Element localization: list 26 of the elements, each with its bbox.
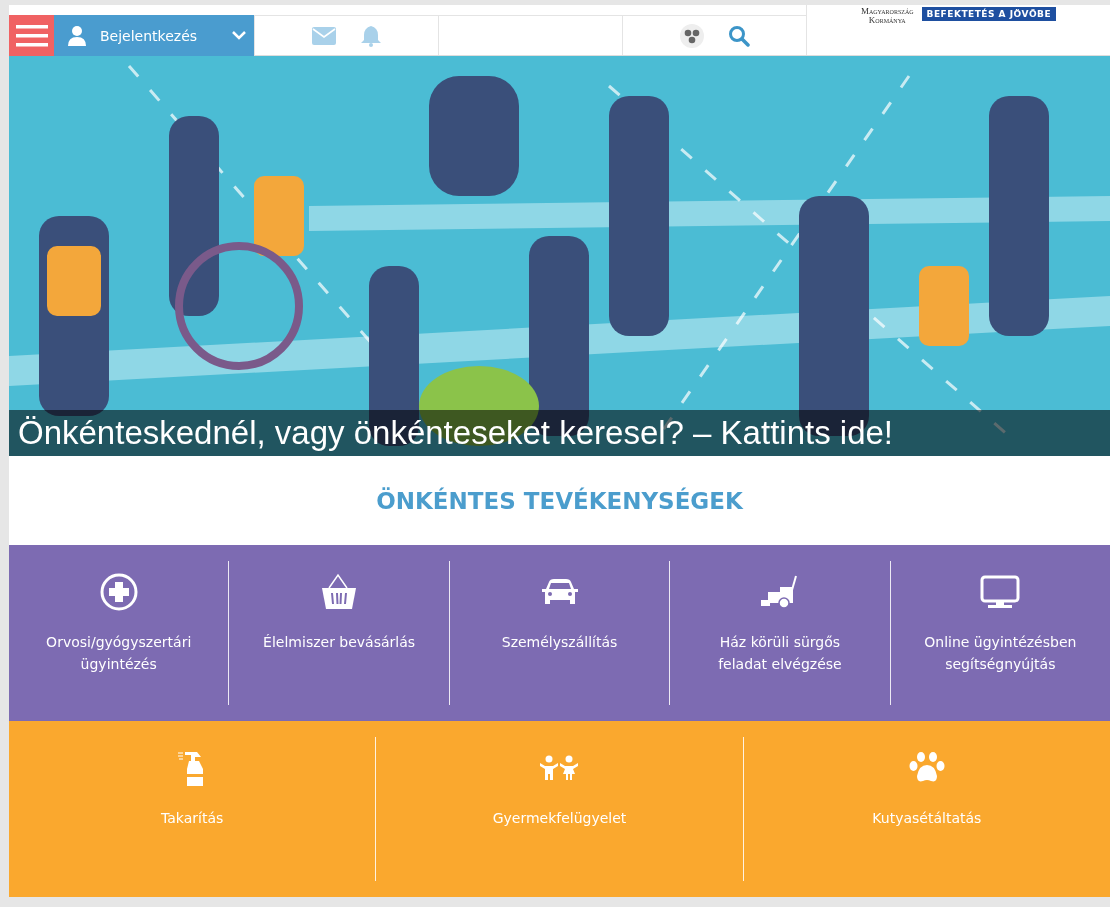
chevron-down-icon — [232, 31, 246, 40]
activity-tile[interactable]: Személyszállítás — [449, 561, 670, 705]
lawn-mower-icon — [759, 575, 800, 609]
menu-button[interactable] — [9, 15, 54, 56]
activity-tile[interactable]: Orvosi/gyógyszertári ügyintézés — [9, 561, 229, 705]
paw-icon — [908, 752, 945, 784]
children-icon — [539, 755, 580, 781]
activity-tile[interactable]: Ház körüli sürgős feladat elvégzése — [670, 561, 890, 705]
user-icon — [68, 25, 86, 46]
government-logo-text: Magyarország Kormánya — [860, 7, 914, 25]
login-dropdown[interactable]: Bejelentkezés — [54, 15, 254, 56]
mail-icon[interactable] — [311, 26, 336, 45]
hero-banner[interactable]: Önkénteskednél, vagy önkénteseket keresel? – Kattints ide! — [9, 56, 1110, 456]
activity-tile[interactable]: Online ügyintézésben segítségnyújtás — [890, 561, 1110, 705]
medical-cross-icon — [99, 573, 138, 611]
car-icon — [540, 578, 579, 606]
basket-icon — [321, 573, 358, 611]
search-icon[interactable] — [727, 24, 750, 47]
monitor-icon — [980, 575, 1021, 609]
activity-tile[interactable]: Élelmiszer bevásárlás — [229, 561, 449, 705]
menu-icon — [15, 23, 48, 48]
accessibility-dots-icon[interactable] — [679, 23, 704, 48]
section-title: ÖNKÉNTES TEVÉKENYSÉGEK — [376, 487, 743, 514]
hero-caption: Önkénteskednél, vagy önkénteseket keresel? – Kattints ide! — [9, 410, 1110, 456]
slogan-badge: BEFEKTETÉS A JÖVŐBE — [921, 7, 1057, 21]
bell-icon[interactable] — [359, 24, 382, 47]
